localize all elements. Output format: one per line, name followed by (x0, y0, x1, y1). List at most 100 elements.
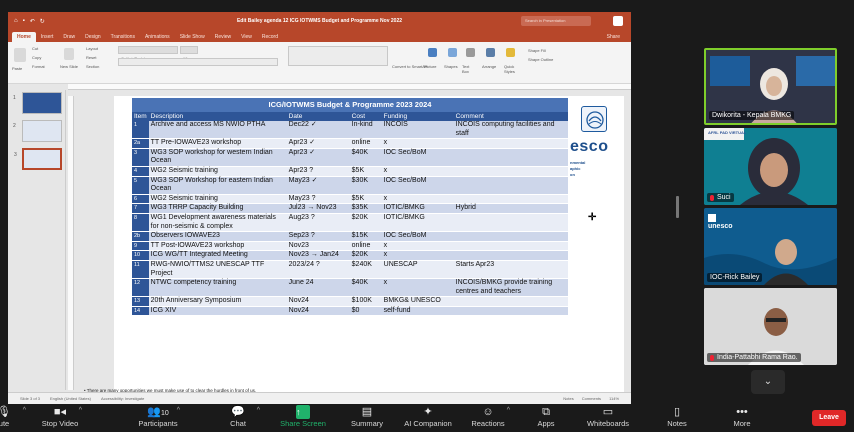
logo-sub-line-2: aphic (570, 166, 581, 171)
tab-slide-show[interactable]: Slide Show (175, 32, 210, 42)
status-accessibility[interactable]: Accessibility: Investigate (101, 396, 144, 401)
slide-canvas[interactable]: ICG/IOTWMS Budget & Programme 2023 2024 … (114, 96, 624, 392)
row-comment-cell (453, 138, 568, 149)
quick-styles-label[interactable]: Quick Styles (504, 64, 520, 74)
more-button[interactable]: ••• More (712, 405, 772, 428)
slide-thumbnail-1[interactable]: 1 (13, 92, 62, 114)
notes-button[interactable]: ▯ Notes (647, 405, 707, 428)
picture-icon[interactable] (428, 48, 437, 57)
row-comment-cell (453, 166, 568, 177)
slide-thumbnail-3[interactable]: 3 (14, 148, 62, 170)
ai-companion-button[interactable]: ✦ AI Companion (398, 405, 458, 428)
new-slide-label[interactable]: New Slide (60, 64, 82, 69)
summary-button[interactable]: ▤ Summary (337, 405, 397, 428)
row-funding-cell: IOC Sec/BoM (381, 148, 454, 167)
gallery-scroll-down-button[interactable]: ⌄ (751, 370, 785, 394)
shape-fill-button[interactable]: Shape Fill (528, 48, 546, 53)
shapes-label[interactable]: Shapes (444, 64, 458, 69)
arrange-label[interactable]: Arrange (482, 64, 496, 69)
row-item-cell: 4 (132, 166, 149, 177)
row-description-cell: ICG XIV (148, 306, 287, 317)
font-formatting-group[interactable] (118, 58, 278, 66)
mute-button[interactable]: 🎙 ute ^ (0, 405, 34, 428)
user-avatar-icon[interactable] (613, 16, 623, 26)
comments-toggle[interactable]: Comments (582, 396, 601, 401)
text-box-icon[interactable] (466, 48, 475, 57)
format-painter-button[interactable]: Format (32, 64, 45, 69)
status-language[interactable]: English (United States) (50, 396, 91, 401)
gallery-resize-handle[interactable] (676, 196, 679, 218)
row-cost-cell: $20K (349, 213, 382, 233)
paste-label[interactable]: Paste (12, 66, 22, 71)
table-row: 8 WG1 Development awareness materials for… (132, 213, 568, 233)
shapes-icon[interactable] (448, 48, 457, 57)
tab-insert[interactable]: Insert (36, 32, 59, 42)
table-row: 14 ICG XIV Nov24 $0 self-fund (132, 306, 568, 317)
reactions-button[interactable]: ☺ Reactions ^ (458, 405, 518, 428)
arrange-icon[interactable] (486, 48, 495, 57)
row-cost-cell: In-kind (349, 121, 382, 140)
leave-button[interactable]: Leave (812, 410, 846, 426)
notes-icon: ▯ (673, 406, 681, 418)
table-row: 5 WG3 SOP Workshop for eastern Indian Oce… (132, 176, 568, 195)
tab-record[interactable]: Record (257, 32, 283, 42)
row-cost-cell: $30K (349, 176, 382, 195)
new-slide-icon[interactable] (64, 48, 74, 60)
slide-title: ICG/IOTWMS Budget & Programme 2023 2024 (132, 98, 568, 112)
row-funding-cell: IOTIC/BMKG (381, 213, 454, 233)
row-description-cell: ICG WG/TT Integrated Meeting (148, 250, 287, 261)
paragraph-group[interactable] (288, 46, 388, 66)
cut-button[interactable]: Cut (32, 46, 38, 51)
search-input[interactable]: Search in Presentation (521, 16, 591, 26)
participants-button[interactable]: 👥10 Participants ^ (128, 405, 188, 428)
shape-outline-button[interactable]: Shape Outline (528, 57, 553, 62)
logo-sub-line-1: nmental (570, 160, 586, 165)
tab-home[interactable]: Home (12, 32, 36, 42)
quick-styles-icon[interactable] (506, 48, 515, 57)
notes-toggle[interactable]: Notes (563, 396, 573, 401)
budget-table[interactable]: ICG/IOTWMS Budget & Programme 2023 2024 … (132, 98, 568, 317)
participant-tile-4[interactable]: India-Pattabhi Rama Rao. (704, 288, 837, 365)
horizontal-ruler (68, 84, 631, 90)
participant-gallery: Dwikorita - Kepala BMKG AFRL PAD VIRTUAL… (700, 46, 840, 396)
video-camera-icon: ■◂ (53, 406, 67, 418)
reset-button[interactable]: Reset (86, 55, 96, 60)
tab-transitions[interactable]: Transitions (106, 32, 140, 42)
tab-animations[interactable]: Animations (140, 32, 175, 42)
row-date-cell: 2023/24 ? (286, 260, 350, 280)
stop-video-button[interactable]: ■◂ Stop Video ^ (30, 405, 90, 428)
whiteboards-button[interactable]: ▭ Whiteboards (578, 405, 638, 428)
row-comment-cell (453, 148, 568, 167)
tab-draw[interactable]: Draw (58, 32, 80, 42)
convert-smartart-button[interactable]: Convert to SmartArt (392, 64, 427, 69)
chat-button[interactable]: 💬 Chat ^ (208, 405, 268, 428)
copy-button[interactable]: Copy (32, 55, 41, 60)
ribbon-tabs: Home Insert Draw Design Transitions Anim… (8, 30, 631, 42)
text-box-label[interactable]: Text Box (462, 64, 476, 74)
paste-icon[interactable] (14, 48, 26, 62)
layout-button[interactable]: Layout (86, 46, 98, 51)
shared-screen-powerpoint[interactable]: ⌂ ▪ ↶ ↻ Edit Bailey agenda 12 ICG IOTWMS… (8, 12, 631, 404)
participant-tile-2[interactable]: AFRL PAD VIRTUAL Suci (704, 128, 837, 205)
row-funding-cell: x (381, 278, 454, 298)
ppt-title-bar: ⌂ ▪ ↶ ↻ Edit Bailey agenda 12 ICG IOTWMS… (8, 12, 631, 30)
participant-tile-3[interactable]: unesco IOC-Rick Bailey (704, 208, 837, 285)
row-date-cell: Nov23 → Jan24 (286, 250, 350, 261)
table-row: 9 TT Post-IOWAVE23 workshop Nov23 online x (132, 241, 568, 252)
apps-button[interactable]: ⧉ Apps (516, 405, 576, 428)
section-button[interactable]: Section (86, 64, 99, 69)
picture-label[interactable]: Picture (424, 64, 436, 69)
tab-view[interactable]: View (236, 32, 257, 42)
participant-tile-1[interactable]: Dwikorita - Kepala BMKG (704, 48, 837, 125)
tab-design[interactable]: Design (80, 32, 106, 42)
table-row: 1 Archive and access MS NWIO PTHA Dec22 ✓ I… (132, 121, 568, 140)
slide-thumbnail-2[interactable]: 2 (13, 120, 62, 142)
font-name-select[interactable]: Calibri (Body) (118, 46, 178, 61)
share-button[interactable]: Share (602, 32, 625, 42)
font-size-select[interactable]: 18 (180, 46, 198, 61)
row-item-cell: 14 (132, 306, 149, 317)
share-screen-button[interactable]: ↑ Share Screen (273, 405, 333, 428)
participant-name-2: Suci (707, 193, 734, 202)
tab-review[interactable]: Review (210, 32, 236, 42)
zoom-level[interactable]: 114% (609, 396, 619, 401)
